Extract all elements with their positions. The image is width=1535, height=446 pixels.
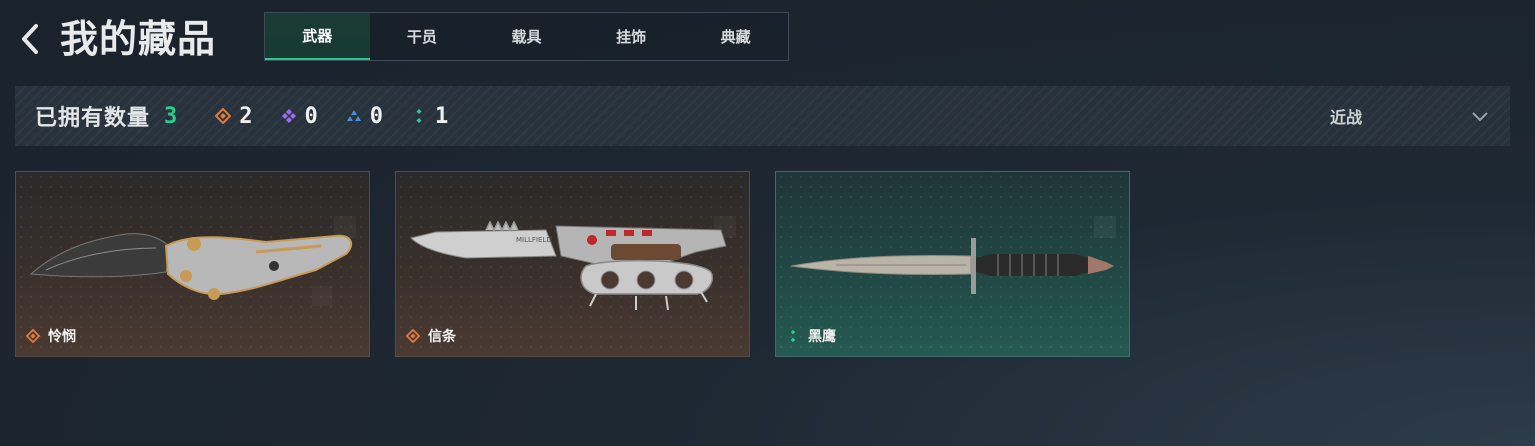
item-name: 黑鹰 (808, 329, 836, 345)
category-tabs: 武器 干员 载具 挂饰 典藏 (264, 12, 789, 61)
item-card[interactable]: 黑鹰 (775, 171, 1130, 357)
owned-label: 已拥有数量 (35, 106, 151, 131)
item-name: 信条 (428, 329, 456, 345)
item-card[interactable]: 怜悯 (15, 171, 370, 357)
folding-knife-icon (29, 216, 356, 300)
rarity-count-green: 1 (411, 104, 448, 129)
green-dots-icon (416, 109, 422, 123)
rarity-count-value: 0 (304, 103, 318, 129)
orange-diamond-icon (406, 329, 420, 343)
rarity-count-purple: 0 (281, 104, 318, 129)
chevron-down-icon (1472, 112, 1488, 122)
tab-operators[interactable]: 干员 (370, 13, 475, 60)
orange-diamond-icon (215, 108, 232, 124)
tab-charms[interactable]: 挂饰 (579, 13, 684, 60)
tab-vehicles[interactable]: 载具 (474, 13, 579, 60)
knuckle-knife-icon: MILLFIELD (410, 216, 736, 311)
orange-diamond-icon (26, 329, 40, 343)
green-dots-icon (790, 329, 796, 343)
chevron-left-icon (22, 24, 38, 54)
svg-text:MILLFIELD: MILLFIELD (516, 236, 552, 244)
back-button[interactable] (14, 20, 48, 58)
purple-diamond-cluster-icon (281, 109, 296, 123)
page-title: 我的藏品 (60, 17, 217, 61)
tab-collection[interactable]: 典藏 (683, 13, 788, 60)
tab-weapons[interactable]: 武器 (265, 13, 370, 60)
owned-count: 3 (164, 103, 178, 129)
rarity-count-orange: 2 (215, 103, 253, 129)
item-card-footer: 怜悯 (26, 326, 76, 346)
item-card-footer: 黑鹰 (786, 326, 836, 346)
item-card-footer: 信条 (406, 326, 456, 346)
dagger-icon (790, 216, 1116, 294)
item-card[interactable]: MILLFIELD 信条 (395, 171, 750, 357)
filter-selected-label: 近战 (1330, 108, 1363, 127)
type-filter-dropdown[interactable]: 近战 (1330, 86, 1490, 146)
rarity-count-blue: 0 (346, 104, 383, 129)
item-name: 怜悯 (48, 329, 76, 345)
rarity-count-value: 2 (239, 103, 253, 129)
rarity-count-value: 0 (369, 103, 384, 129)
stats-bar: 已拥有数量 3 2 0 0 1 近战 (15, 86, 1510, 146)
rarity-count-value: 1 (435, 103, 449, 129)
blue-triangle-cluster-icon (346, 110, 361, 121)
